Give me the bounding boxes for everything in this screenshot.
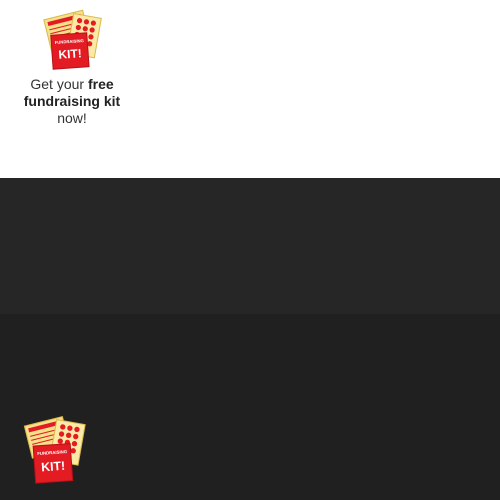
footer-band-upper [0,178,500,314]
page: FUNDRAISING KIT! Get your free fundraisi… [0,0,500,500]
footer-fundraising-kit-icon[interactable]: FUNDRAISING KIT! [22,416,88,486]
promo-text[interactable]: Get your free fundraising kit now! [14,76,130,127]
fundraising-kit-icon: FUNDRAISING KIT! [43,9,102,70]
kit-big-label: KIT! [58,46,82,62]
top-section: FUNDRAISING KIT! Get your free fundraisi… [0,0,500,178]
footer-kit-big-label: KIT! [41,459,66,475]
fundraising-kit-promo[interactable]: FUNDRAISING KIT! Get your free fundraisi… [14,8,130,127]
promo-text-after: now! [57,110,87,126]
promo-text-before: Get your [30,76,88,92]
